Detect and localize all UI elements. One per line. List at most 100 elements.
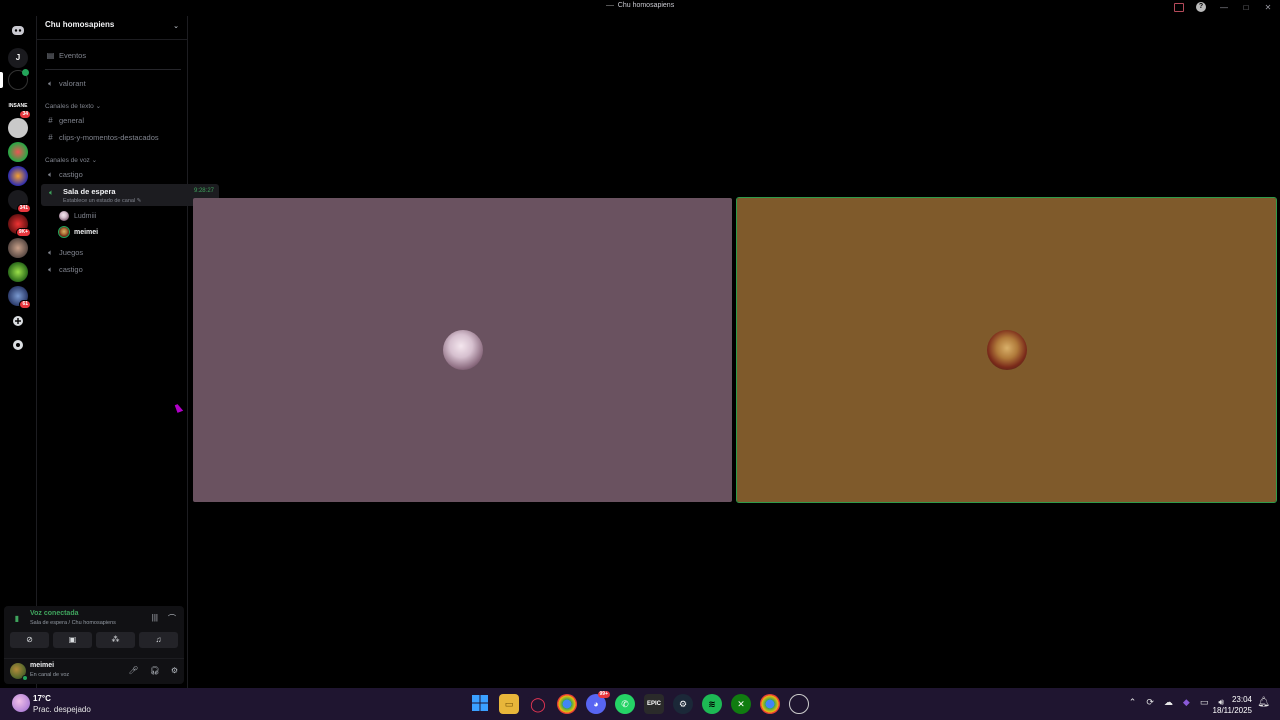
sync-icon[interactable]: ⟳: [1146, 697, 1154, 708]
minimize-button[interactable]: —: [1218, 2, 1230, 14]
server-icon-8[interactable]: 9K+: [8, 214, 31, 237]
opera-gx-icon[interactable]: ◯: [528, 694, 548, 714]
voice-user-ludmiii[interactable]: Ludmiii: [59, 209, 96, 223]
events-item[interactable]: ▤ Eventos: [45, 48, 183, 63]
unread-badge: 9K+: [15, 228, 31, 237]
steam-icon[interactable]: ⚙: [673, 694, 693, 714]
server-icon-3[interactable]: INSANE 34: [8, 96, 31, 119]
voice-user-name: Ludmiii: [74, 212, 97, 220]
call-timer: 9:28:27: [193, 188, 214, 194]
voice-status-title: Voz conectada: [30, 610, 79, 617]
voice-connected-panel: ▮ Voz conectada Sala de espera / Chu hom…: [4, 606, 184, 658]
category-voice-channels[interactable]: Canales de voz ⌄: [45, 156, 97, 164]
server-icon-10[interactable]: [8, 262, 28, 282]
category-label: Canales de texto: [45, 103, 94, 110]
noise-suppression-icon[interactable]: |||: [152, 613, 158, 622]
server-icon-11[interactable]: 61: [8, 286, 31, 309]
activities-icon: ⁂: [111, 635, 120, 644]
text-channel-clips[interactable]: # clips-y-momentos-destacados: [45, 130, 183, 145]
chrome-profile-icon[interactable]: [760, 694, 780, 714]
explore-icon[interactable]: [8, 335, 28, 355]
active-server-pill: [0, 72, 3, 88]
speaker-icon: 🔈︎: [48, 264, 53, 274]
clock[interactable]: 23:04 18/11/2025: [1213, 694, 1252, 716]
cloud-icon[interactable]: ☁: [1164, 697, 1173, 708]
discord-taskbar-icon[interactable]: ◕ 99+: [586, 691, 610, 714]
category-label: Canales de voz: [45, 157, 90, 164]
disconnect-icon[interactable]: ⌒: [168, 613, 176, 624]
headphones-icon[interactable]: 🎧︎: [150, 666, 160, 675]
server-header[interactable]: Chu homosapiens ⌄: [37, 16, 187, 40]
speaker-icon: 🔈︎: [48, 169, 53, 179]
user-name[interactable]: meimei: [30, 662, 54, 669]
activities-button[interactable]: ⁂: [96, 632, 135, 648]
speaker-indicator-icon: [22, 69, 29, 76]
speaker-icon: 🔈︎: [49, 188, 54, 197]
weather-description[interactable]: Prac. despejado: [33, 705, 91, 714]
chevron-up-icon[interactable]: ⌃: [1129, 697, 1137, 708]
channel-status-text[interactable]: Establece un estado de canal ✎: [63, 198, 141, 204]
voice-user-meimei[interactable]: meimei: [58, 225, 98, 239]
server-icon-7[interactable]: 341: [8, 190, 31, 213]
screen-share-button[interactable]: ▣: [53, 632, 92, 648]
server-name: Chu homosapiens: [45, 20, 115, 29]
chrome-icon[interactable]: [557, 694, 577, 714]
channel-label: Juegos: [59, 248, 84, 257]
file-explorer-icon[interactable]: ▭: [499, 694, 519, 714]
weather-icon[interactable]: [12, 694, 30, 712]
close-button[interactable]: ✕: [1262, 2, 1274, 14]
server-icon-6[interactable]: [8, 166, 28, 186]
voice-status-subtitle[interactable]: Sala de espera / Chu homosapiens: [30, 620, 116, 626]
discord-home-icon[interactable]: [8, 20, 28, 40]
channel-label: clips-y-momentos-destacados: [59, 133, 159, 142]
voice-channel-juegos[interactable]: 🔈︎ Juegos: [45, 245, 183, 260]
participant-avatar: [986, 330, 1027, 370]
server-rail: J INSANE 34 341 9K+ 61: [0, 16, 36, 688]
help-button[interactable]: ?: [1196, 2, 1208, 14]
unread-badge: 61: [19, 300, 31, 309]
soundboard-button[interactable]: ♫: [139, 632, 178, 648]
user-initial-server[interactable]: J: [8, 48, 28, 68]
server-chu-homosapiens[interactable]: [8, 69, 29, 90]
xbox-icon[interactable]: ✕: [731, 694, 751, 714]
spotify-icon[interactable]: ≋: [702, 694, 722, 714]
channel-label: valorant: [59, 79, 86, 88]
app-icon-extra[interactable]: [789, 694, 809, 714]
voice-channel-valorant[interactable]: 🔈︎ valorant: [45, 76, 183, 91]
weather-temperature[interactable]: 17°C: [33, 694, 51, 703]
gear-icon[interactable]: ⚙: [171, 666, 178, 675]
title-bar: Chu homosapiens ? — □ ✕: [0, 0, 1280, 16]
network-icon[interactable]: ▭: [1200, 697, 1209, 708]
channel-label: castigo: [59, 170, 83, 179]
speaker-icon: 🔈︎: [48, 247, 53, 257]
camera-off-icon: ⊘: [26, 635, 33, 644]
call-tile-ludmiii[interactable]: [193, 198, 732, 502]
server-icon-4[interactable]: [8, 118, 28, 138]
soundboard-icon: ♫: [155, 635, 162, 644]
microphone-icon[interactable]: 🎤︎: [129, 666, 139, 675]
maximize-button[interactable]: □: [1240, 2, 1252, 14]
voice-channel-castigo-2[interactable]: 🔈︎ castigo: [45, 262, 183, 277]
epic-games-icon[interactable]: EPIC: [644, 694, 664, 714]
signal-icon[interactable]: ▮: [11, 614, 23, 626]
avatar: [58, 226, 70, 238]
camera-off-button[interactable]: ⊘: [10, 632, 49, 648]
voice-channel-castigo[interactable]: 🔈︎ castigo: [45, 167, 183, 182]
call-tile-meimei[interactable]: [736, 197, 1277, 503]
server-icon-9[interactable]: [8, 238, 28, 258]
system-tray: ⌃ ⟳ ☁ ◆ ▭ 🔊︎: [1129, 697, 1224, 708]
windows-taskbar: 17°C Prac. despejado ▭ ◯ ◕ 99+ ✆ EPIC ⚙ ≋…: [0, 688, 1280, 720]
server-icon-5[interactable]: [8, 142, 28, 162]
calendar-icon: ▤: [46, 51, 55, 60]
category-text-channels[interactable]: Canales de texto ⌄: [45, 102, 101, 110]
active-channel-name: Sala de espera: [63, 187, 116, 196]
inbox-icon[interactable]: [1174, 2, 1186, 14]
online-status-indicator: [22, 675, 28, 681]
channel-status-label: Establece un estado de canal: [63, 198, 136, 204]
start-button[interactable]: [470, 694, 490, 714]
whatsapp-icon[interactable]: ✆: [615, 694, 635, 714]
text-channel-general[interactable]: # general: [45, 113, 183, 128]
tray-app-icon[interactable]: ◆: [1183, 697, 1190, 708]
add-server-icon[interactable]: [8, 311, 28, 331]
notification-bell-icon[interactable]: 🔔︎: [1257, 697, 1270, 708]
